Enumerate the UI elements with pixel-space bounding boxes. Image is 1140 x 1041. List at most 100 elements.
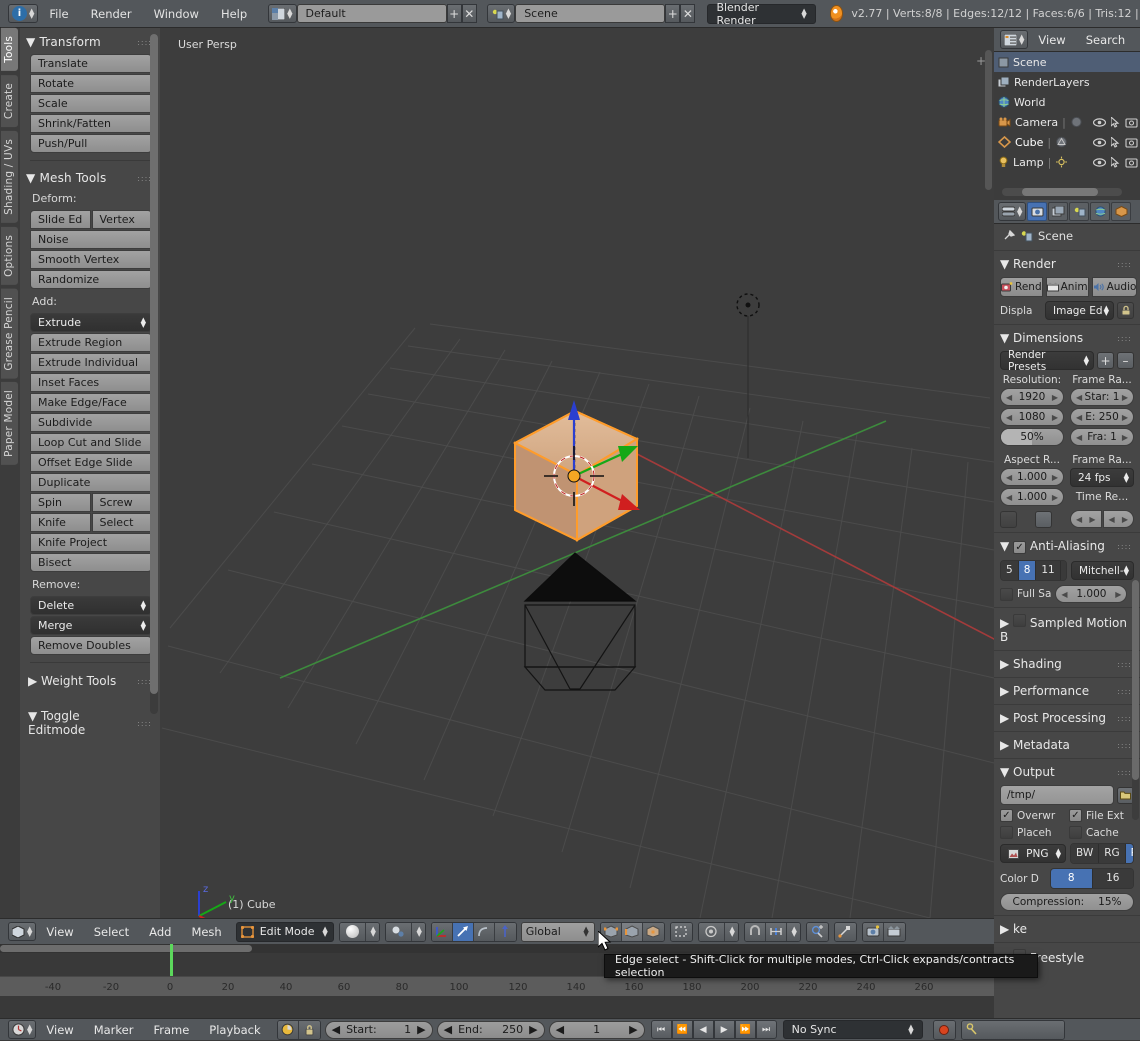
render-engine-selector[interactable]: Blender Render ▲▼ (707, 4, 815, 24)
button-randomize[interactable]: Randomize (30, 270, 152, 289)
chevron-right-icon[interactable]: ▶ (1122, 413, 1128, 422)
dropdown-delete[interactable]: Delete ▲▼ (30, 596, 152, 615)
viewport-menu-view[interactable]: View (36, 919, 83, 945)
button-subdivide[interactable]: Subdivide (30, 413, 152, 432)
chevron-right-icon[interactable]: ▶ (1052, 393, 1058, 402)
button-render-animation[interactable]: Anim (1046, 277, 1089, 297)
aspect-y-field[interactable]: ◀ 1.000 ▶ (1000, 488, 1064, 506)
chevron-left-icon[interactable]: ◀ (1061, 590, 1067, 599)
button-scale[interactable]: Scale (30, 94, 152, 113)
delete-screen-button[interactable]: ✕ (462, 4, 477, 23)
properties-editor-type-button[interactable]: ▲▼ (998, 202, 1026, 221)
button-rotate[interactable]: Rotate (30, 74, 152, 93)
button-render-image[interactable]: Rend (1000, 277, 1043, 297)
chevron-left-icon[interactable]: ◀ (1006, 473, 1012, 482)
output-path-field[interactable]: /tmp/ (1000, 785, 1114, 805)
outliner-row-camera[interactable]: Camera | (994, 112, 1140, 132)
aa-sample-5[interactable]: 5 (1001, 561, 1019, 580)
chevron-left-icon[interactable]: ◀ (1076, 393, 1082, 402)
placeholders-checkbox[interactable] (1000, 826, 1013, 839)
button-noise[interactable]: Noise (30, 230, 152, 249)
resolution-x-field[interactable]: ◀ 1920 ▶ (1000, 388, 1064, 406)
auto-keyframe-icon[interactable] (278, 1021, 299, 1039)
viewport-shading-selector[interactable]: ▲▼ (339, 922, 380, 942)
proportional-edit-icon[interactable] (699, 923, 725, 941)
chevron-right-icon[interactable]: ▶ (1115, 590, 1121, 599)
snap-group[interactable]: ▲▼ (744, 922, 801, 942)
mesh-data-icon[interactable] (1055, 136, 1068, 148)
button-render-audio[interactable]: Audio (1092, 277, 1138, 297)
chevron-left-icon[interactable]: ◀ (556, 1023, 564, 1036)
eye-icon[interactable] (1093, 118, 1106, 127)
properties-tab-render-layers[interactable] (1048, 202, 1068, 221)
properties-tab-render[interactable] (1027, 202, 1047, 221)
timeline-menu-view[interactable]: View (36, 1019, 83, 1041)
dropdown-extrude[interactable]: Extrude ▲▼ (30, 313, 152, 332)
viewport-menu-add[interactable]: Add (139, 919, 181, 945)
record-group[interactable] (933, 1020, 956, 1040)
button-knife[interactable]: Knife (30, 513, 91, 532)
editor-type-selector[interactable]: i ▲▼ (8, 4, 38, 23)
file-extensions-checkbox[interactable]: ✓ (1069, 809, 1082, 822)
record-icon[interactable] (934, 1021, 955, 1039)
color-mode-rgba[interactable]: RGB (1126, 844, 1134, 863)
translate-manipulator-icon[interactable] (432, 923, 453, 941)
add-screen-button[interactable]: + (447, 4, 462, 23)
panel-header-mesh-tools[interactable]: ▼ Mesh Tools :::: (20, 168, 160, 188)
chevron-left-icon[interactable]: ◀ (332, 1023, 340, 1036)
sidebar-tab-create[interactable]: Create (1, 75, 18, 127)
properties-scrollbar[interactable] (1132, 580, 1139, 820)
render-opengl-anim-icon[interactable] (884, 923, 905, 941)
keying-set-icon[interactable] (962, 1021, 1064, 1039)
limit-selection-group[interactable] (670, 922, 693, 942)
chevron-left-icon[interactable]: ◀ (1076, 413, 1082, 422)
viewport-3d[interactable]: z y x User Persp (1) Cube + (160, 28, 994, 918)
limit-selection-icon[interactable] (671, 923, 692, 941)
hook-group[interactable] (834, 922, 857, 942)
auto-keyframe-group[interactable] (277, 1020, 321, 1040)
panel-header-dimensions[interactable]: ▼ Dimensions :::: (994, 327, 1140, 349)
camera-subdata-icon[interactable] (1070, 116, 1083, 128)
overwrite-checkbox[interactable]: ✓ (1000, 809, 1013, 822)
frame-end-field[interactable]: ◀ End: 250 ▶ (437, 1021, 545, 1039)
menu-window[interactable]: Window (143, 0, 210, 28)
anti-aliasing-checkbox[interactable]: ✓ (1013, 541, 1026, 554)
transform-orientation-selector[interactable]: Global ▲▼ (521, 922, 595, 942)
manipulator-group[interactable] (431, 922, 517, 942)
scale-manipulator-icon[interactable] (474, 923, 495, 941)
properties-tab-scene[interactable] (1069, 202, 1089, 221)
scene-selector-icon[interactable]: ▲▼ (487, 4, 515, 23)
chevron-right-icon[interactable]: ▶ (629, 1023, 637, 1036)
viewport-menu-select[interactable]: Select (84, 919, 139, 945)
lamp-data-icon[interactable] (1055, 156, 1068, 168)
pivot-point-icon[interactable] (386, 923, 412, 941)
color-depth-group[interactable]: 8 16 (1050, 868, 1134, 889)
aa-sample-11[interactable]: 11 (1036, 561, 1060, 580)
panel-header-toggle-editmode[interactable]: ▼ Toggle Editmode :::: (20, 705, 160, 741)
outliner-row-renderlayers[interactable]: RenderLayers (994, 72, 1140, 92)
interaction-mode-selector[interactable]: Edit Mode ▲▼ (236, 922, 334, 942)
button-offset-edge-slide[interactable]: Offset Edge Slide (30, 453, 152, 472)
sidebar-tab-grease-pencil[interactable]: Grease Pencil (1, 289, 18, 379)
screen-layout-icon[interactable]: ▲▼ (268, 4, 296, 23)
button-duplicate[interactable]: Duplicate (30, 473, 152, 492)
color-mode-bw[interactable]: BW (1071, 844, 1099, 863)
outliner-menu-view[interactable]: View (1028, 28, 1075, 52)
crop-toggle[interactable] (1035, 511, 1052, 528)
panel-header-weight-tools[interactable]: ▶ Weight Tools :::: (20, 670, 160, 692)
keying-set-group[interactable] (961, 1020, 1065, 1040)
viewport-menu-mesh[interactable]: Mesh (181, 919, 231, 945)
jump-end-icon[interactable]: ⏭ (756, 1020, 777, 1039)
chevron-down-icon[interactable]: ▲▼ (725, 923, 738, 941)
cache-result-checkbox[interactable] (1069, 826, 1082, 839)
manipulator-widget-icon[interactable] (835, 923, 856, 941)
time-remap-old-field[interactable]: ◀ ▶ (1070, 510, 1102, 528)
border-toggle[interactable] (1000, 511, 1017, 528)
outliner-row-cube[interactable]: Cube | (994, 132, 1140, 152)
button-translate[interactable]: Translate (30, 54, 152, 73)
aa-filter-size-field[interactable]: ◀ 1.000 ▶ (1055, 585, 1127, 603)
panel-header-output[interactable]: ▼ Output :::: (994, 761, 1140, 783)
resolution-y-field[interactable]: ◀ 1080 ▶ (1000, 408, 1064, 426)
frame-start-property[interactable]: ◀ Star: 1 ▶ (1070, 388, 1134, 406)
pin-icon[interactable] (1002, 230, 1015, 243)
